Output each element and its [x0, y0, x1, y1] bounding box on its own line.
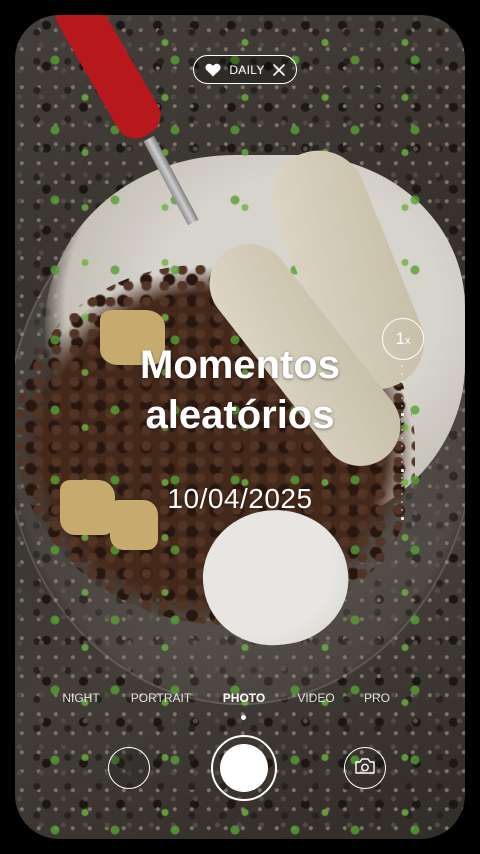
daily-badge[interactable]: DAILY	[193, 55, 297, 84]
mode-photo[interactable]: PHOTO	[223, 691, 265, 705]
active-mode-indicator	[241, 715, 246, 720]
close-icon[interactable]	[272, 63, 285, 76]
gallery-thumbnail-button[interactable]	[108, 747, 150, 789]
overlay-title: Momentos aleatórios	[15, 340, 465, 440]
shutter-button[interactable]	[211, 735, 277, 801]
mode-night[interactable]: NIGHT	[62, 691, 99, 705]
switch-camera-button[interactable]	[344, 747, 386, 789]
title-line-1: Momentos	[140, 343, 340, 387]
daily-label: DAILY	[229, 62, 265, 77]
mode-portrait[interactable]: PORTRAIT	[131, 691, 191, 705]
camera-mode-selector: NIGHT PORTRAIT PHOTO VIDEO PRO	[15, 691, 465, 707]
mode-video[interactable]: VIDEO	[297, 691, 334, 705]
mode-pro[interactable]: PRO	[364, 691, 390, 705]
camera-switch-icon	[354, 757, 376, 780]
camera-viewfinder[interactable]: DAILY 1x Momentos aleatórios 10/04/2025 …	[15, 15, 465, 839]
overlay-date: 10/04/2025	[167, 483, 313, 514]
title-line-2: aleatórios	[145, 393, 335, 437]
heart-icon	[205, 63, 221, 77]
shutter-inner	[220, 744, 268, 792]
